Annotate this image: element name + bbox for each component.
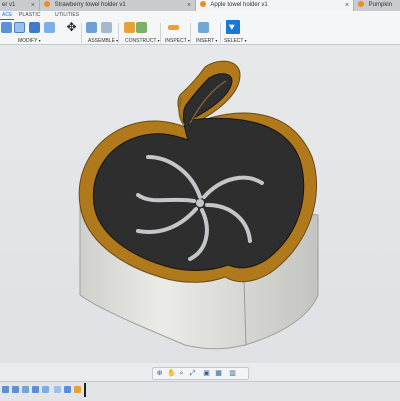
select-menu[interactable]: SELECT	[224, 38, 247, 44]
document-tab[interactable]: Pumpkin	[354, 0, 400, 11]
tab-label: Pumpkin	[368, 2, 393, 8]
divider	[81, 23, 82, 43]
tab-label: Strawberry towel holder v1	[54, 2, 126, 8]
canvas-viewport[interactable]	[0, 45, 400, 363]
next-icon[interactable]	[32, 386, 39, 393]
prev-icon[interactable]	[12, 386, 19, 393]
tab-label: er v1	[2, 2, 16, 8]
plane-icon[interactable]	[124, 22, 135, 33]
shell-icon[interactable]	[29, 22, 40, 33]
display-icon[interactable]: ▣	[203, 370, 210, 377]
apple-towel-holder-model	[78, 60, 319, 350]
document-tab[interactable]: er v1 ×	[0, 0, 40, 11]
zoom-icon[interactable]: ⌕	[178, 370, 185, 377]
last-icon[interactable]	[42, 386, 49, 393]
move-icon[interactable]: ✥	[66, 21, 77, 33]
fillet-icon[interactable]	[1, 22, 12, 33]
orbit-icon[interactable]: ⊕	[156, 370, 163, 377]
play-icon[interactable]	[22, 386, 29, 393]
measure-icon[interactable]	[168, 25, 179, 30]
axis-icon[interactable]	[136, 22, 147, 33]
timeline-marker[interactable]	[84, 383, 86, 397]
fit-icon[interactable]: ⤢	[189, 370, 196, 377]
feature-icon[interactable]	[54, 386, 61, 393]
select-icon[interactable]	[226, 20, 240, 34]
press-pull-icon[interactable]	[14, 22, 25, 33]
close-icon[interactable]: ×	[187, 0, 191, 11]
feature-icon[interactable]	[64, 386, 71, 393]
assemble-menu[interactable]: ASSEMBLE	[88, 38, 118, 44]
divider	[220, 23, 221, 43]
feature-icon[interactable]	[74, 386, 81, 393]
file-icon	[44, 0, 50, 7]
divider	[160, 23, 161, 43]
tab-plastic[interactable]: PLASTIC	[19, 12, 41, 18]
file-icon	[358, 0, 364, 7]
first-icon[interactable]	[2, 386, 9, 393]
tab-solid[interactable]: ACE	[2, 12, 13, 18]
new-component-icon[interactable]	[86, 22, 97, 33]
combine-icon[interactable]	[44, 22, 55, 33]
close-icon[interactable]: ×	[31, 0, 35, 11]
document-tab-bar: er v1 × Strawberry towel holder v1 × App…	[0, 0, 400, 11]
tab-utilities[interactable]: UTILITIES	[55, 12, 79, 18]
modify-menu[interactable]: MODIFY	[18, 38, 41, 44]
construct-menu[interactable]: CONSTRUCT	[125, 38, 160, 44]
grid-icon[interactable]: ▦	[215, 370, 222, 377]
document-tab[interactable]: Strawberry towel holder v1 ×	[40, 0, 196, 11]
model-center-hub	[196, 199, 204, 207]
tab-label: Apple towel holder v1	[210, 2, 268, 8]
divider	[118, 23, 119, 43]
model-top-surface	[92, 73, 305, 271]
timeline-bar	[0, 381, 400, 401]
pan-icon[interactable]: ✋	[167, 370, 176, 377]
inspect-menu[interactable]: INSPECT	[165, 38, 190, 44]
document-tab-active[interactable]: Apple towel holder v1 ×	[196, 0, 354, 11]
close-icon[interactable]: ×	[345, 0, 349, 11]
file-icon	[200, 0, 206, 7]
active-tab-underline	[0, 19, 14, 20]
joint-icon[interactable]	[101, 22, 112, 33]
insert-image-icon[interactable]	[198, 22, 209, 33]
insert-menu[interactable]: INSERT	[196, 38, 217, 44]
ribbon-toolbar: ACE PLASTIC UTILITIES ✥ MODIFY ASSEMBLE …	[0, 11, 400, 45]
navigation-bar: ⊕ ✋ ⌕ ⤢ ▣ ▦ ▥	[152, 367, 249, 380]
viewports-icon[interactable]: ▥	[229, 370, 236, 377]
divider	[190, 23, 191, 43]
